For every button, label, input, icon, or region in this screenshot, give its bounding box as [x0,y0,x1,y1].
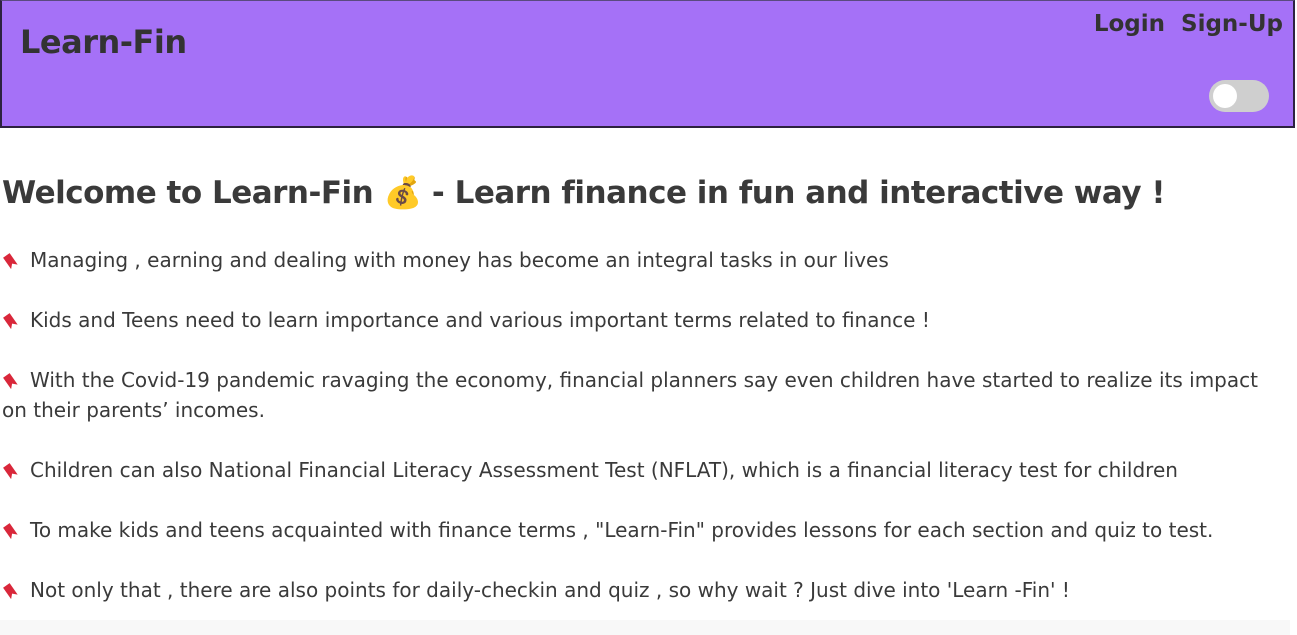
paragraph-1: Managing , earning and dealing with mone… [2,245,1272,275]
footer-strip [0,620,1290,635]
paragraph-6: Not only that , there are also points fo… [2,575,1272,605]
paragraph-4: Children can also National Financial Lit… [2,455,1272,485]
paragraph-text: With the Covid-19 pandemic ravaging the … [2,368,1258,422]
paragraph-text: Kids and Teens need to learn importance … [30,308,930,332]
bookmark-icon [3,373,18,390]
bookmark-icon [3,583,18,600]
paragraph-text: Children can also National Financial Lit… [30,458,1178,482]
paragraph-text: To make kids and teens acquainted with f… [30,518,1214,542]
main-content: Welcome to Learn-Fin 💰 - Learn finance i… [0,128,1290,618]
paragraph-text: Managing , earning and dealing with mone… [30,248,889,272]
login-link[interactable]: Login [1094,11,1165,37]
nav-links: Login Sign-Up [1094,11,1283,37]
toggle-knob [1213,84,1237,108]
paragraph-2: Kids and Teens need to learn importance … [2,305,1272,335]
page-title: Welcome to Learn-Fin 💰 - Learn finance i… [2,175,1166,211]
navbar: Learn-Fin Login Sign-Up [0,0,1295,128]
paragraph-5: To make kids and teens acquainted with f… [2,515,1272,545]
bookmark-icon [3,523,18,540]
paragraph-3: With the Covid-19 pandemic ravaging the … [2,365,1272,425]
bookmark-icon [3,253,18,270]
paragraph-text: Not only that , there are also points fo… [30,578,1070,602]
brand-logo[interactable]: Learn-Fin [20,23,187,61]
bookmark-icon [3,463,18,480]
signup-link[interactable]: Sign-Up [1181,11,1283,37]
theme-toggle[interactable] [1209,80,1269,112]
bookmark-icon [3,313,18,330]
